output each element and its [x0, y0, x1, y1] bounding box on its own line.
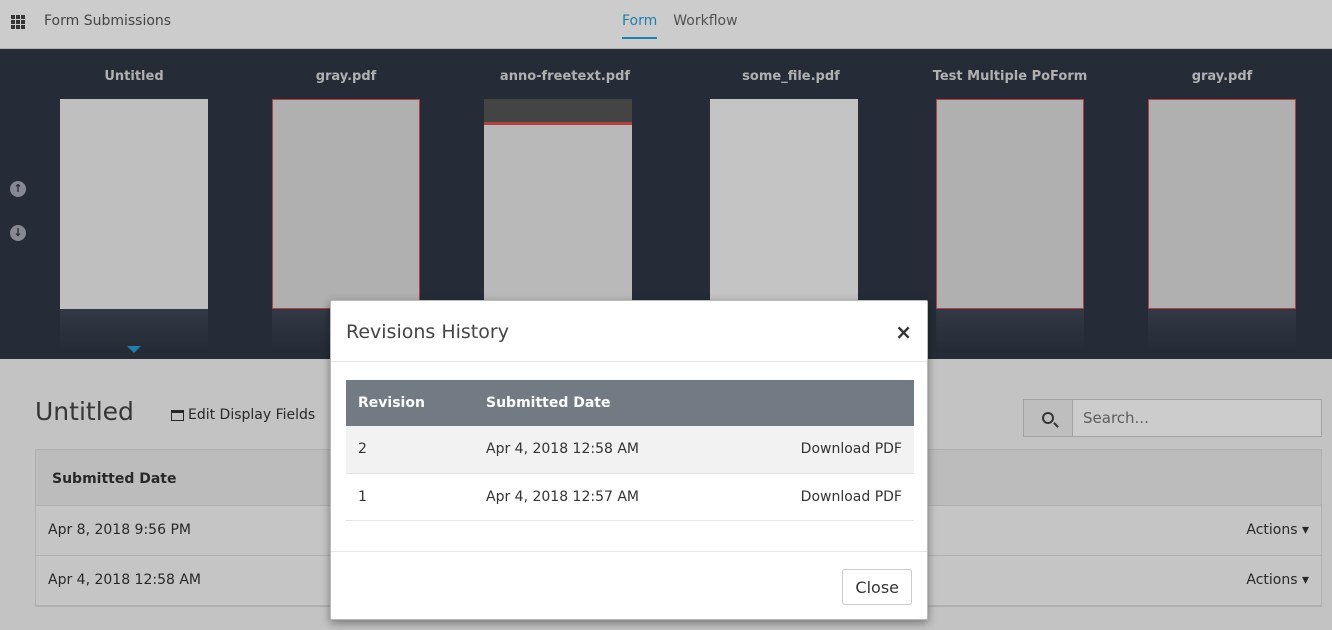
revision-number: 1	[346, 473, 474, 521]
revisions-table: Revision Submitted Date 2 Apr 4, 2018 12…	[346, 380, 914, 521]
modal-header: Revisions History ×	[331, 301, 927, 362]
revision-date: Apr 4, 2018 12:57 AM	[474, 473, 732, 521]
table-row: 2 Apr 4, 2018 12:58 AM Download PDF	[346, 426, 914, 474]
table-row: 1 Apr 4, 2018 12:57 AM Download PDF	[346, 473, 914, 521]
download-pdf-link[interactable]: Download PDF	[731, 473, 914, 521]
modal-footer: Close	[331, 551, 927, 619]
column-header-revision: Revision	[346, 380, 474, 426]
modal-title: Revisions History	[346, 321, 509, 343]
column-header-submitted-date: Submitted Date	[474, 380, 732, 426]
close-button[interactable]: Close	[842, 569, 912, 605]
download-pdf-link[interactable]: Download PDF	[731, 426, 914, 474]
revisions-history-modal: Revisions History × Revision Submitted D…	[330, 300, 928, 620]
column-header-actions	[731, 380, 914, 426]
revision-date: Apr 4, 2018 12:58 AM	[474, 426, 732, 474]
close-icon[interactable]: ×	[895, 320, 912, 344]
revision-number: 2	[346, 426, 474, 474]
